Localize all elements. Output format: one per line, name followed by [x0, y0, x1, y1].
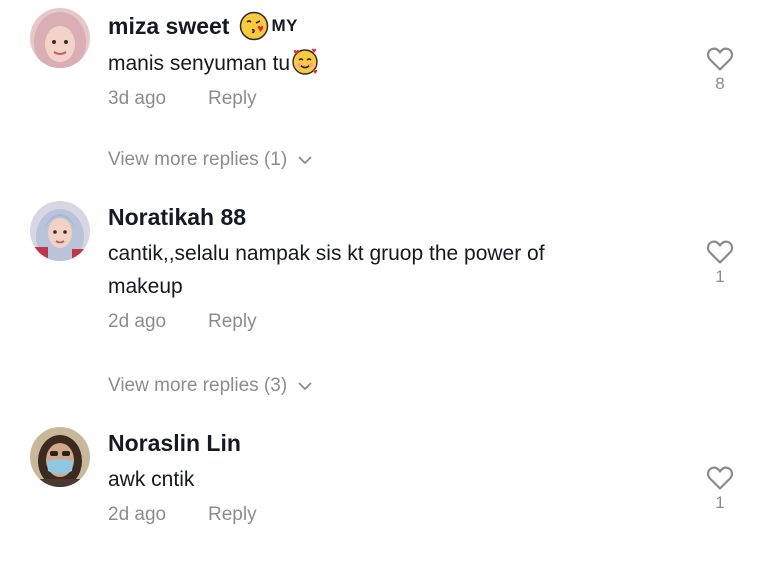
- comment-text: manis senyuman tu: [108, 47, 685, 80]
- like-button[interactable]: 1: [705, 465, 735, 513]
- avatar[interactable]: [30, 427, 90, 487]
- comment-username[interactable]: Noratikah 88: [108, 204, 685, 231]
- reply-button[interactable]: Reply: [208, 504, 257, 526]
- chevron-down-icon: [298, 156, 312, 164]
- comment-meta: 3d ago Reply: [108, 88, 685, 110]
- username-text[interactable]: Noratikah 88: [108, 204, 246, 231]
- avatar[interactable]: [30, 8, 90, 68]
- comment-text-content: manis senyuman tu: [108, 52, 291, 75]
- username-text[interactable]: Noraslin Lin: [108, 430, 241, 457]
- face-blowing-kiss-emoji-icon: [239, 11, 269, 41]
- heart-outline-icon: [706, 47, 734, 71]
- smiling-face-with-hearts-emoji-icon: [291, 47, 319, 75]
- username-text[interactable]: miza sweet: [108, 13, 229, 40]
- like-count: 8: [715, 74, 725, 93]
- comment-date: 2d ago: [108, 311, 167, 332]
- country-badge: MY: [271, 16, 298, 35]
- view-more-label: View more replies (1): [108, 149, 288, 170]
- view-more-label: View more replies (3): [108, 375, 288, 396]
- like-button[interactable]: 8: [705, 46, 735, 94]
- like-count: 1: [715, 267, 725, 286]
- like-button[interactable]: 1: [705, 239, 735, 287]
- comment-meta: 2d ago Reply: [108, 311, 685, 333]
- comment-date: 3d ago: [108, 88, 167, 109]
- comment-text: awk cntik: [108, 468, 195, 491]
- comment-username[interactable]: miza sweet MY: [108, 11, 685, 41]
- heart-outline-icon: [706, 240, 734, 264]
- view-more-replies-button[interactable]: View more replies (1): [108, 149, 312, 171]
- reply-button[interactable]: Reply: [208, 88, 257, 110]
- comment-meta: 2d ago Reply: [108, 504, 685, 526]
- comment-text: cantik,,selalu nampak sis kt gruop the p…: [108, 242, 545, 298]
- like-count: 1: [715, 493, 725, 512]
- comment-date: 2d ago: [108, 504, 167, 525]
- chevron-down-icon: [298, 382, 312, 390]
- view-more-replies-button[interactable]: View more replies (3): [108, 375, 312, 397]
- heart-outline-icon: [706, 466, 734, 490]
- comment-username[interactable]: Noraslin Lin: [108, 430, 685, 457]
- avatar[interactable]: [30, 201, 90, 261]
- reply-button[interactable]: Reply: [208, 311, 257, 333]
